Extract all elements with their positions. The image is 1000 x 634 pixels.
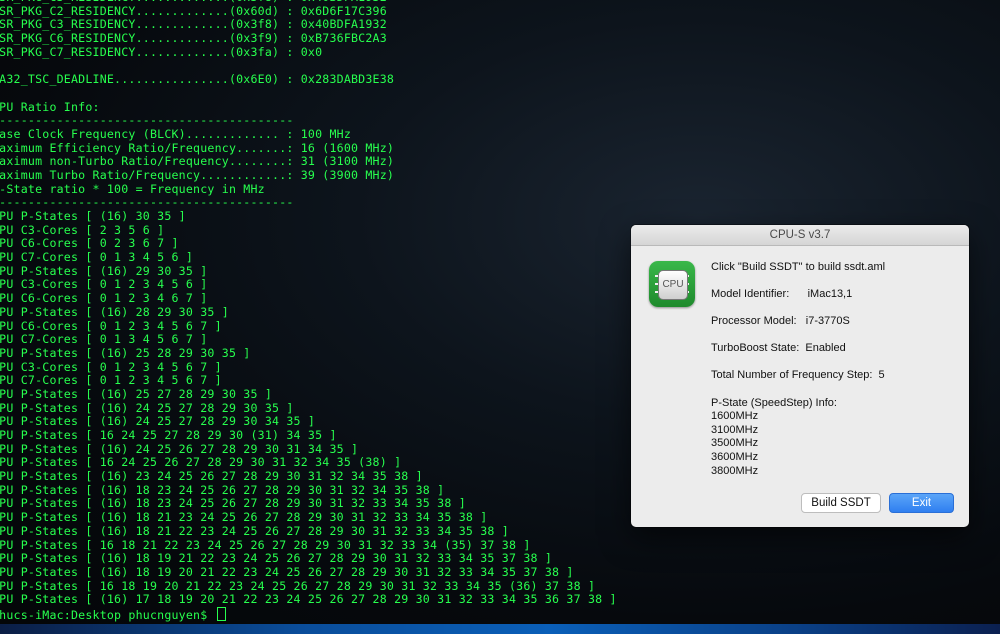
- terminal-line: CPU P-States [ 16 18 21 22 23 24 25 26 2…: [0, 537, 531, 552]
- terminal-line: CPU Ratio Info:: [0, 99, 100, 114]
- terminal-line: CPU P-States [ (16) 25 28 29 30 35 ]: [0, 345, 251, 360]
- terminal-line: Maximum Turbo Ratio/Frequency...........…: [0, 167, 395, 182]
- terminal-line: CPU C7-Cores [ 0 1 2 3 4 5 6 7 ]: [0, 373, 222, 388]
- terminal-line: CPU C7-Cores [ 0 1 3 4 5 6 ]: [0, 250, 194, 265]
- terminal-line: CPU P-States [ 16 24 25 27 28 29 30 (31)…: [0, 428, 337, 442]
- exit-button[interactable]: Exit: [889, 493, 954, 513]
- cpu-s-dialog: CPU-S v3.7 CPU Click "Build SSDT" to bui…: [631, 225, 969, 527]
- terminal-line: CPU P-States [ 16 18 19 20 21 22 23 24 2…: [0, 578, 596, 593]
- cpu-app-icon: CPU: [649, 261, 695, 307]
- cpu-chip-label: CPU: [658, 270, 688, 300]
- terminal-line: P-State ratio * 100 = Frequency in MHz: [0, 181, 265, 196]
- terminal-line: CPU C6-Cores [ 0 2 3 6 7 ]: [0, 236, 179, 251]
- terminal-line: CPU P-States [ (16) 29 30 35 ]: [0, 263, 208, 278]
- terminal-line: CPU P-States [ (16) 30 35 ]: [0, 209, 186, 223]
- build-ssdt-button[interactable]: Build SSDT: [801, 493, 881, 513]
- terminal-line: MSR_PKG_C7_RESIDENCY.............(0x3fa)…: [0, 44, 323, 59]
- terminal-line: CPU P-States [ (16) 18 19 21 22 23 24 25…: [0, 551, 553, 566]
- turboboost-state: TurboBoost State: Enabled: [711, 342, 846, 354]
- instruction-text: Click "Build SSDT" to build ssdt.aml: [711, 261, 886, 273]
- terminal-line: CPU C7-Cores [ 0 1 3 4 5 6 7 ]: [0, 332, 208, 347]
- text-cursor: [216, 606, 226, 621]
- terminal-line: CPU P-States [ (16) 17 18 19 20 21 22 23…: [0, 592, 617, 607]
- terminal-line: CPU P-States [ (16) 24 25 27 28 29 30 35…: [0, 400, 294, 415]
- terminal-line: CPU C3-Cores [ 0 1 2 3 4 5 6 ]: [0, 277, 208, 292]
- terminal-line: CPU P-States [ (16) 18 21 23 24 25 26 27…: [0, 510, 488, 525]
- terminal-line: CPU P-States [ (16) 24 25 27 28 29 30 34…: [0, 414, 316, 429]
- pstate-item: 3500MHz: [711, 437, 759, 449]
- terminal-line: MSR_PKG_C3_RESIDENCY.............(0x3f8)…: [0, 17, 387, 32]
- terminal-line: CPU P-States [ (16) 18 19 20 21 22 23 24…: [0, 564, 574, 579]
- terminal-line: CPU P-States [ 16 24 25 26 27 28 29 30 3…: [0, 455, 402, 470]
- terminal-line: CPU P-States [ (16) 18 23 24 25 26 27 28…: [0, 482, 445, 497]
- terminal-line: Maximum non-Turbo Ratio/Frequency.......…: [0, 154, 395, 169]
- frequency-step-count: Total Number of Frequency Step: 5: [711, 369, 885, 381]
- terminal-line: CPU P-States [ (16) 23 24 25 26 27 28 29…: [0, 469, 423, 484]
- terminal-line: CPU P-States [ (16) 18 21 22 23 24 25 26…: [0, 523, 509, 538]
- dialog-title: CPU-S v3.7: [631, 225, 969, 246]
- terminal-output: MSR_PKG_C3_RESIDENCY.............(0x3f8)…: [0, 0, 617, 622]
- terminal-line: MSR_PKG_C6_RESIDENCY.............(0x3f9)…: [0, 31, 387, 46]
- terminal-line: CPU C6-Cores [ 0 1 2 3 4 5 6 7 ]: [0, 318, 222, 333]
- pstate-item: 3800MHz: [711, 465, 759, 477]
- terminal-line: CPU C3-Cores [ 0 1 2 3 4 5 6 7 ]: [0, 359, 222, 374]
- terminal-line: CPU C3-Cores [ 2 3 5 6 ]: [0, 222, 165, 237]
- terminal-line: IA32_TSC_DEADLINE................(0x6E0)…: [0, 72, 395, 87]
- terminal-line: CPU P-States [ (16) 24 25 26 27 28 29 30…: [0, 441, 359, 456]
- shell-prompt-line[interactable]: Phucs-iMac:Desktop phucnguyen$: [0, 606, 617, 622]
- terminal-line: ----------------------------------------…: [0, 195, 294, 210]
- terminal-line: ----------------------------------------…: [0, 113, 294, 128]
- model-identifier: Model Identifier: iMac13,1: [711, 288, 853, 300]
- pstate-item: 3100MHz: [711, 424, 759, 436]
- pstate-item: 3600MHz: [711, 451, 759, 463]
- desktop-strip: [0, 624, 1000, 634]
- terminal-line: CPU P-States [ (16) 25 27 28 29 30 35 ]: [0, 386, 273, 401]
- terminal-line: Maximum Efficiency Ratio/Frequency......…: [0, 140, 395, 155]
- terminal-line: Base Clock Frequency (BLCK).............…: [0, 126, 352, 141]
- pstate-header: P-State (SpeedStep) Info:: [711, 397, 837, 409]
- pstate-item: 1600MHz: [711, 410, 759, 422]
- shell-prompt: Phucs-iMac:Desktop phucnguyen$: [0, 607, 215, 622]
- terminal-line: MSR_PKG_C2_RESIDENCY.............(0x60d)…: [0, 3, 387, 18]
- terminal-line: CPU C6-Cores [ 0 1 2 3 4 6 7 ]: [0, 291, 208, 306]
- processor-model: Processor Model: i7-3770S: [711, 315, 850, 327]
- terminal-line: CPU P-States [ (16) 18 23 24 25 26 27 28…: [0, 496, 466, 511]
- terminal-line: CPU P-States [ (16) 28 29 30 35 ]: [0, 304, 229, 319]
